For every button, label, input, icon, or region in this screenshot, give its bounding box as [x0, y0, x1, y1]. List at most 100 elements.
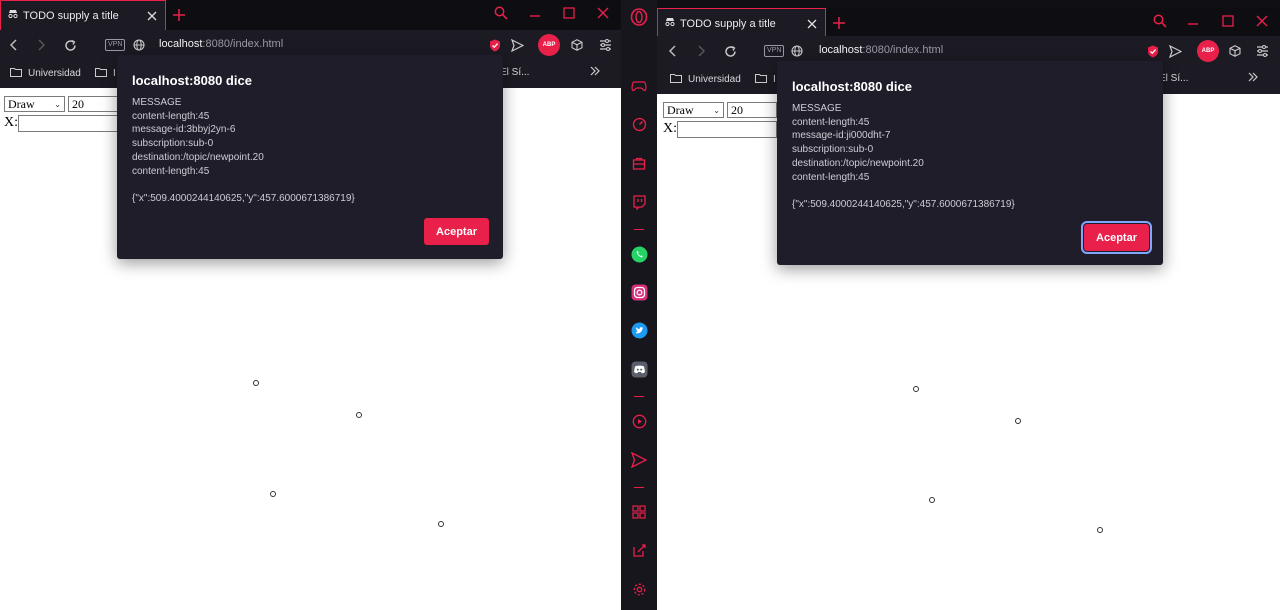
- browser-frame: TODO supply a title VPN localhost:8080/i…: [657, 8, 1280, 610]
- bookmark-el-si[interactable]: El Sí...: [500, 67, 529, 78]
- maximize-button[interactable]: [557, 2, 581, 24]
- incognito-icon: [664, 16, 676, 31]
- search-tabs-icon[interactable]: [489, 2, 513, 24]
- send-icon[interactable]: [1167, 43, 1183, 59]
- discord-icon[interactable]: [630, 360, 648, 378]
- accept-button[interactable]: Aceptar: [424, 218, 489, 245]
- forward-icon[interactable]: [693, 43, 709, 59]
- dialog-title: localhost:8080 dice: [132, 73, 252, 88]
- extension-cube-icon[interactable]: [1227, 43, 1243, 59]
- dialog-line: destination:/topic/newpoint.20: [792, 157, 924, 169]
- canvas-point: [438, 521, 444, 527]
- minimize-button[interactable]: [1181, 10, 1205, 32]
- canvas-point: [270, 491, 276, 497]
- sidebar-separator: [634, 396, 644, 397]
- easy-setup-icon[interactable]: [1254, 43, 1270, 59]
- browser-window-right: TODO supply a title VPN localhost:8080/i…: [621, 0, 1280, 610]
- tab-active[interactable]: TODO supply a title: [0, 0, 166, 30]
- tab-title: TODO supply a title: [23, 9, 119, 22]
- x-input[interactable]: [677, 121, 777, 138]
- close-tab-icon[interactable]: [805, 17, 819, 31]
- bookmark-folder[interactable]: I: [95, 67, 116, 80]
- dialog-line: message-id:3bbyj2yn-6: [132, 124, 236, 136]
- search-tabs-icon[interactable]: [1148, 10, 1172, 32]
- close-window-button[interactable]: [591, 2, 615, 24]
- adblock-plus-icon[interactable]: ABP: [1197, 40, 1219, 62]
- reload-icon[interactable]: [62, 37, 78, 53]
- url-text[interactable]: localhost:8080/index.html: [819, 44, 943, 56]
- back-icon[interactable]: [6, 37, 22, 53]
- opera-logo-icon[interactable]: [630, 8, 648, 26]
- dialog-line: subscription:sub-0: [792, 144, 874, 156]
- dialog-line: message-id:ji000dht-7: [792, 130, 891, 142]
- adblock-plus-icon[interactable]: ABP: [538, 34, 560, 56]
- bookmark-folder[interactable]: I: [755, 73, 776, 86]
- bookmarks-overflow-icon[interactable]: [1248, 72, 1258, 82]
- accept-button[interactable]: Aceptar: [1081, 221, 1152, 254]
- shield-icon[interactable]: [1145, 43, 1161, 59]
- vpn-badge[interactable]: VPN: [105, 39, 126, 51]
- twitch-icon[interactable]: [630, 193, 648, 211]
- dialog-line: MESSAGE: [132, 97, 182, 108]
- folder-icon: [95, 67, 107, 80]
- globe-icon[interactable]: [131, 37, 147, 53]
- url-text[interactable]: localhost:8080/index.html: [159, 38, 283, 50]
- player-icon[interactable]: [630, 412, 648, 430]
- chevron-down-icon: ⌄: [713, 106, 720, 115]
- x-input[interactable]: [18, 115, 118, 132]
- minimize-button[interactable]: [523, 2, 547, 24]
- bookmark-universidad[interactable]: Universidad: [670, 73, 741, 86]
- send-icon[interactable]: [509, 37, 525, 53]
- edit-icon[interactable]: [630, 541, 648, 559]
- dialog-payload: {"x":509.4000244140625,"y":457.600067138…: [132, 192, 355, 204]
- shopping-bag-icon[interactable]: [630, 154, 648, 172]
- chevron-down-icon: ⌄: [54, 100, 61, 109]
- bookmark-label: El Sí...: [1159, 73, 1189, 84]
- extensions-icon[interactable]: [630, 503, 648, 521]
- number-input[interactable]: 20: [727, 102, 777, 118]
- bookmark-el-si[interactable]: El Sí...: [1159, 73, 1188, 84]
- tab-active[interactable]: TODO supply a title: [657, 8, 826, 38]
- dialog-line: content-length:45: [792, 116, 870, 128]
- new-tab-button[interactable]: [831, 15, 847, 31]
- reload-icon[interactable]: [722, 43, 738, 59]
- mode-select-value: Draw: [8, 97, 35, 111]
- bookmark-label: I: [773, 74, 776, 85]
- dialog-message: MESSAGE content-length:45 message-id:ji000…: [792, 102, 1015, 212]
- dialog-line: content-length:45: [792, 171, 870, 183]
- shield-icon[interactable]: [487, 37, 503, 53]
- new-tab-button[interactable]: [171, 7, 187, 23]
- back-icon[interactable]: [665, 43, 681, 59]
- canvas-point: [1015, 418, 1021, 424]
- extension-cube-icon[interactable]: [569, 37, 585, 53]
- canvas-point: [1097, 527, 1103, 533]
- gamepad-icon[interactable]: [630, 77, 648, 95]
- twitter-icon[interactable]: [630, 321, 648, 339]
- mode-select[interactable]: Draw ⌄: [663, 102, 724, 118]
- number-input[interactable]: 20: [68, 96, 118, 112]
- bookmarks-overflow-icon[interactable]: [590, 66, 600, 76]
- folder-icon: [10, 67, 22, 80]
- bookmark-universidad[interactable]: Universidad: [10, 67, 81, 80]
- whatsapp-icon[interactable]: [630, 245, 648, 263]
- easy-setup-icon[interactable]: [597, 37, 613, 53]
- x-label: X:: [4, 115, 18, 130]
- close-window-button[interactable]: [1250, 10, 1274, 32]
- tab-bar: TODO supply a title: [657, 8, 1280, 38]
- maximize-button[interactable]: [1216, 10, 1240, 32]
- forward-icon[interactable]: [33, 37, 49, 53]
- close-tab-icon[interactable]: [145, 9, 159, 23]
- dialog-payload: {"x":509.4000244140625,"y":457.600067138…: [792, 198, 1015, 210]
- canvas-point: [913, 386, 919, 392]
- globe-icon[interactable]: [789, 43, 805, 59]
- alert-dialog: localhost:8080 dice MESSAGE content-lengt…: [117, 55, 503, 259]
- vpn-badge[interactable]: VPN: [764, 45, 785, 57]
- mode-select[interactable]: Draw ⌄: [4, 96, 65, 112]
- send-icon[interactable]: [630, 451, 648, 469]
- bookmark-label: I: [113, 68, 116, 79]
- instagram-icon[interactable]: [630, 283, 648, 301]
- folder-icon: [755, 73, 767, 86]
- gear-icon[interactable]: [630, 580, 648, 598]
- speedometer-icon[interactable]: [630, 115, 648, 133]
- bookmark-label: El Sí...: [500, 67, 530, 78]
